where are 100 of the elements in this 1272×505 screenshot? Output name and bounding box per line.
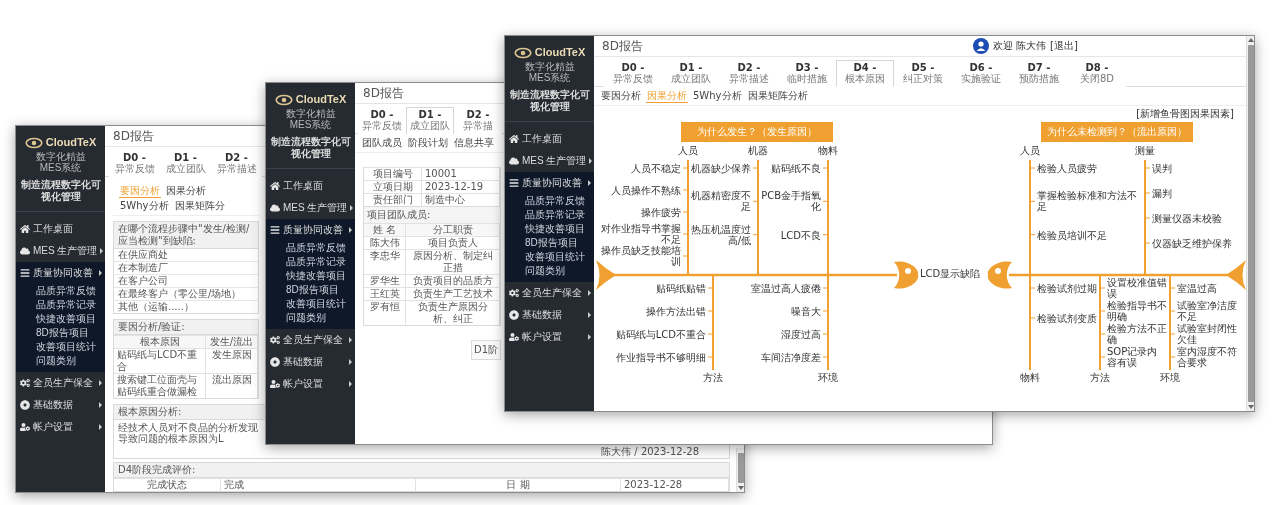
submenu-item[interactable]: 快捷改善项目 (16, 312, 96, 326)
cause-label: 操作疲劳 (641, 206, 681, 218)
step-tab[interactable]: D3 - 临时措施 (778, 60, 836, 87)
cause-label: 室温过高人疲倦 (751, 282, 821, 294)
submenu-item[interactable]: 问题类别 (505, 264, 565, 278)
step-tab[interactable]: D1 - 成立团队 (406, 107, 454, 134)
step-tab[interactable]: D1 - 成立团队 (160, 150, 211, 177)
step-tab[interactable]: D0 - 异常反馈 (358, 107, 406, 134)
logout-link[interactable]: [退出] (1050, 39, 1078, 53)
submenu-item[interactable]: 品质异常记录 (505, 208, 585, 222)
logo-text: CloudTeX (295, 93, 347, 106)
sub-tab[interactable]: 因果分析 (165, 185, 207, 198)
table-cell: 贴码纸与LCD不重合 (114, 348, 206, 373)
submenu-item[interactable]: 品质异常反馈 (505, 194, 585, 208)
menu-item[interactable]: 基础数据 (16, 394, 105, 416)
submenu-item[interactable]: 快捷改善项目 (266, 269, 346, 283)
step-tab[interactable]: D2 - 异常描述 (720, 60, 778, 87)
menu-item[interactable]: 全员生产保全 (16, 372, 105, 394)
cause-label: 检验试剂过期 (1037, 282, 1097, 294)
menu-item[interactable]: MES 生产管理 (266, 197, 355, 219)
add-factor-link[interactable]: [新增鱼骨图因果因素] (1136, 108, 1234, 120)
menu-item[interactable]: 质量协同改善 (16, 262, 105, 284)
submenu-item[interactable]: 品质异常反馈 (266, 241, 346, 255)
field-value: 制造中心 (422, 193, 500, 206)
cause-label: 贴码纸贴错 (656, 282, 706, 294)
submenu-item[interactable]: 问题类别 (16, 354, 76, 368)
sub-tab[interactable]: 阶段计划 (407, 137, 449, 150)
user-gear-icon (509, 332, 519, 342)
menu-item[interactable]: 工作桌面 (16, 218, 105, 240)
menu-item[interactable]: 基础数据 (505, 304, 594, 326)
menu-item[interactable]: 全员生产保全 (266, 329, 355, 351)
step-tab[interactable]: D8 - 关闭8D (1068, 60, 1126, 87)
menu-item[interactable]: 质量协同改善 (266, 219, 355, 241)
sub-tab[interactable]: 因果矩阵分析 (746, 90, 809, 103)
cause-label: 机器缺少保养 (691, 162, 751, 174)
submenu-item[interactable]: 改善项目统计 (505, 250, 585, 264)
step-tab[interactable]: D0 - 异常反馈 (604, 60, 662, 87)
section-header: 项目团队成员: (364, 206, 500, 223)
submenu-item[interactable]: 品质异常记录 (266, 255, 346, 269)
caret-icon (99, 270, 102, 276)
logo-icon (513, 46, 532, 59)
step-tab[interactable]: D2 - 异常描述 (211, 150, 262, 177)
menu-item[interactable]: 全员生产保全 (505, 282, 594, 304)
submenu-item[interactable]: 品质异常记录 (16, 298, 96, 312)
step-tab[interactable]: D4 - 根本原因 (836, 60, 894, 87)
submenu-item[interactable]: 改善项目统计 (266, 297, 346, 311)
submenu-item[interactable]: 8D报告项目 (266, 283, 339, 297)
sub-tab[interactable]: 5Why分析 (692, 90, 743, 103)
cause-label: LCD不良 (780, 229, 821, 241)
cause-label: 检验方法不正确 (1107, 323, 1167, 345)
menu-item[interactable]: 工作桌面 (505, 128, 594, 150)
table-cell: 完成状态 (114, 478, 221, 491)
sub-tab[interactable]: 信息共享 (453, 137, 495, 150)
caret-icon (588, 312, 591, 318)
menu-item[interactable]: MES 生产管理 (16, 240, 105, 262)
cause-label: 试验室封闭性欠佳 (1177, 323, 1238, 345)
submenu-item[interactable]: 8D报告项目 (16, 326, 89, 340)
cause-label: 操作方法出错 (646, 305, 706, 317)
step-tab[interactable]: D2 - 异常描 (454, 107, 502, 134)
location-option: 在供应商处 (114, 249, 258, 261)
submenu-item[interactable]: 品质异常反馈 (16, 284, 96, 298)
field-value: 10001 (422, 167, 500, 180)
column-header: 发生/流出 (206, 335, 258, 348)
caret-icon (349, 227, 352, 233)
cause-label: 检验指导书不明确 (1107, 300, 1167, 322)
category-label: 人员 (1020, 145, 1040, 157)
logo-text: CloudTeX (534, 46, 586, 59)
caret-icon (349, 359, 352, 365)
table-cell: 项目负责人 (406, 236, 500, 249)
scrollbar[interactable] (736, 448, 744, 492)
step-tab[interactable]: D6 - 实施验证 (952, 60, 1010, 87)
table-cell: 原因分析、制定纠正措 (406, 249, 500, 274)
menu-item[interactable]: 帐户设置 (505, 326, 594, 348)
column-header: 分工职责 (406, 223, 500, 236)
step-tab[interactable]: D7 - 预防措施 (1010, 60, 1068, 87)
step-tab[interactable]: D5 - 纠正对策 (894, 60, 952, 87)
submenu-item[interactable]: 问题类别 (266, 311, 326, 325)
menu-item[interactable]: 基础数据 (266, 351, 355, 373)
scrollbar[interactable] (1246, 36, 1254, 411)
submenu-item[interactable]: 8D报告项目 (505, 236, 578, 250)
user-gear-icon (270, 379, 280, 389)
menu-item[interactable]: 工作桌面 (266, 175, 355, 197)
cause-label: 试验室净洁度不足 (1177, 300, 1238, 322)
submenu-item[interactable]: 快捷改善项目 (505, 222, 585, 236)
gears-icon (20, 378, 30, 388)
step-tab[interactable]: D0 - 异常反馈 (109, 150, 160, 177)
sub-tab[interactable]: 因果矩阵分 (173, 200, 226, 213)
menu-item[interactable]: 质量协同改善 (505, 172, 594, 194)
step-tab[interactable]: D1 - 成立团队 (662, 60, 720, 87)
sub-tab[interactable]: 团队成员 (361, 137, 403, 150)
submenu-item[interactable]: 改善项目统计 (16, 340, 96, 354)
cause-label: 机器精密度不足 (691, 190, 751, 213)
cause-label: 作业指导书不够明细 (616, 351, 706, 363)
caret-icon (99, 380, 102, 386)
menu-item[interactable]: MES 生产管理 (505, 150, 594, 172)
menu-item[interactable]: 帐户设置 (16, 416, 105, 438)
sub-tab[interactable]: 5Why分析 (119, 200, 170, 213)
sub-tab[interactable]: 要因分析 (600, 90, 642, 103)
menu-item[interactable]: 帐户设置 (266, 373, 355, 395)
cloud-icon (20, 246, 30, 256)
